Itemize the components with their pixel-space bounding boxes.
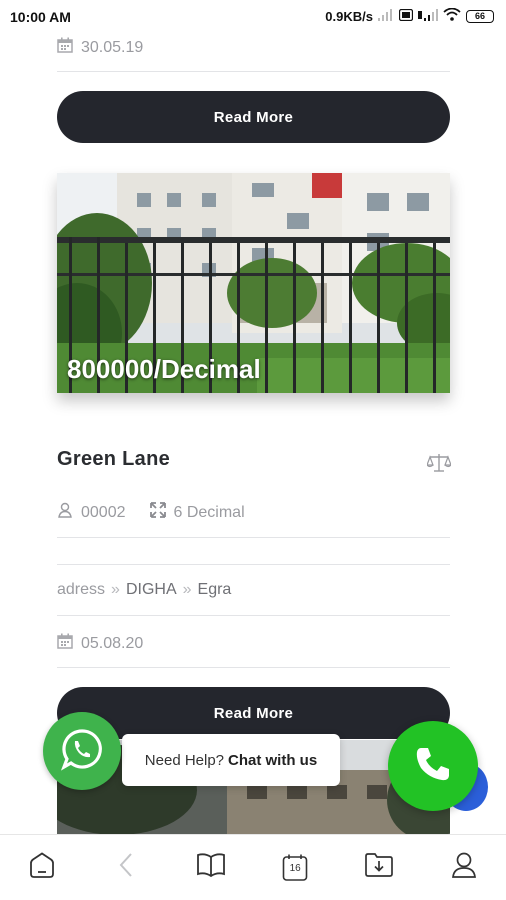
network-speed: 0.9KB/s (325, 8, 373, 24)
status-bar: 10:00 AM 0.9KB/s 66 (0, 0, 506, 34)
calendar-icon: 16 (282, 854, 308, 882)
divider (57, 667, 450, 668)
address-level1[interactable]: DIGHA (126, 581, 177, 599)
calendar-icon (57, 37, 73, 58)
signal-icon (378, 8, 394, 24)
wifi-icon (443, 7, 461, 24)
nav-calendar[interactable]: 16 (275, 848, 315, 888)
whatsapp-button[interactable] (43, 712, 121, 790)
nav-home[interactable] (22, 848, 62, 888)
status-indicators: 0.9KB/s 66 (325, 7, 494, 24)
expand-icon (149, 502, 166, 523)
home-icon (28, 852, 56, 883)
divider (57, 537, 450, 538)
breadcrumb-separator: » (111, 581, 120, 598)
listing-date-row: 05.08.20 (57, 633, 450, 654)
prev-date-row: 30.05.19 (57, 37, 450, 58)
divider (57, 71, 450, 72)
listing-id: 00002 (81, 503, 126, 521)
chat-help-prompt: Need Help? (144, 751, 225, 769)
nav-book[interactable] (191, 848, 231, 888)
address-prefix: adress (57, 581, 106, 598)
whatsapp-icon (60, 727, 104, 776)
breadcrumb-separator: » (182, 581, 192, 598)
calendar-day: 16 (289, 862, 301, 874)
listing-title[interactable]: Green Lane (57, 448, 170, 471)
divider (57, 615, 450, 616)
prev-date: 30.05.19 (81, 38, 144, 56)
compare-icon[interactable] (426, 453, 452, 478)
status-time: 10:00 AM (10, 9, 71, 25)
listing-price: 800000/Decimal (67, 354, 261, 384)
phone-icon (413, 744, 453, 789)
chat-help-action: Chat with us (228, 751, 318, 769)
address-breadcrumb: adress » DIGHA » Egra (57, 581, 450, 599)
chat-help-bubble[interactable]: Need Help? Chat with us (122, 734, 340, 786)
address-level2[interactable]: Egra (198, 581, 232, 599)
hd-icon (398, 8, 414, 24)
nav-profile[interactable] (444, 848, 484, 888)
profile-icon (451, 851, 477, 884)
user-icon (57, 502, 73, 523)
download-icon (364, 852, 394, 883)
battery-icon: 66 (466, 9, 494, 23)
calendar-icon (57, 633, 73, 654)
nav-back[interactable] (106, 848, 146, 888)
bottom-nav: 16 (0, 834, 506, 900)
book-icon (196, 852, 226, 883)
back-icon (118, 852, 134, 883)
listing-meta-row: 00002 6 Decimal (57, 502, 450, 523)
call-button[interactable] (388, 721, 478, 811)
listing-area: 6 Decimal (173, 503, 245, 521)
listing-date: 05.08.20 (81, 634, 144, 652)
divider (57, 564, 450, 565)
listing-photo[interactable]: 800000/Decimal (57, 173, 450, 393)
signal-4g-icon (418, 8, 438, 24)
read-more-button[interactable]: Read More (57, 91, 450, 143)
nav-downloads[interactable] (359, 848, 399, 888)
